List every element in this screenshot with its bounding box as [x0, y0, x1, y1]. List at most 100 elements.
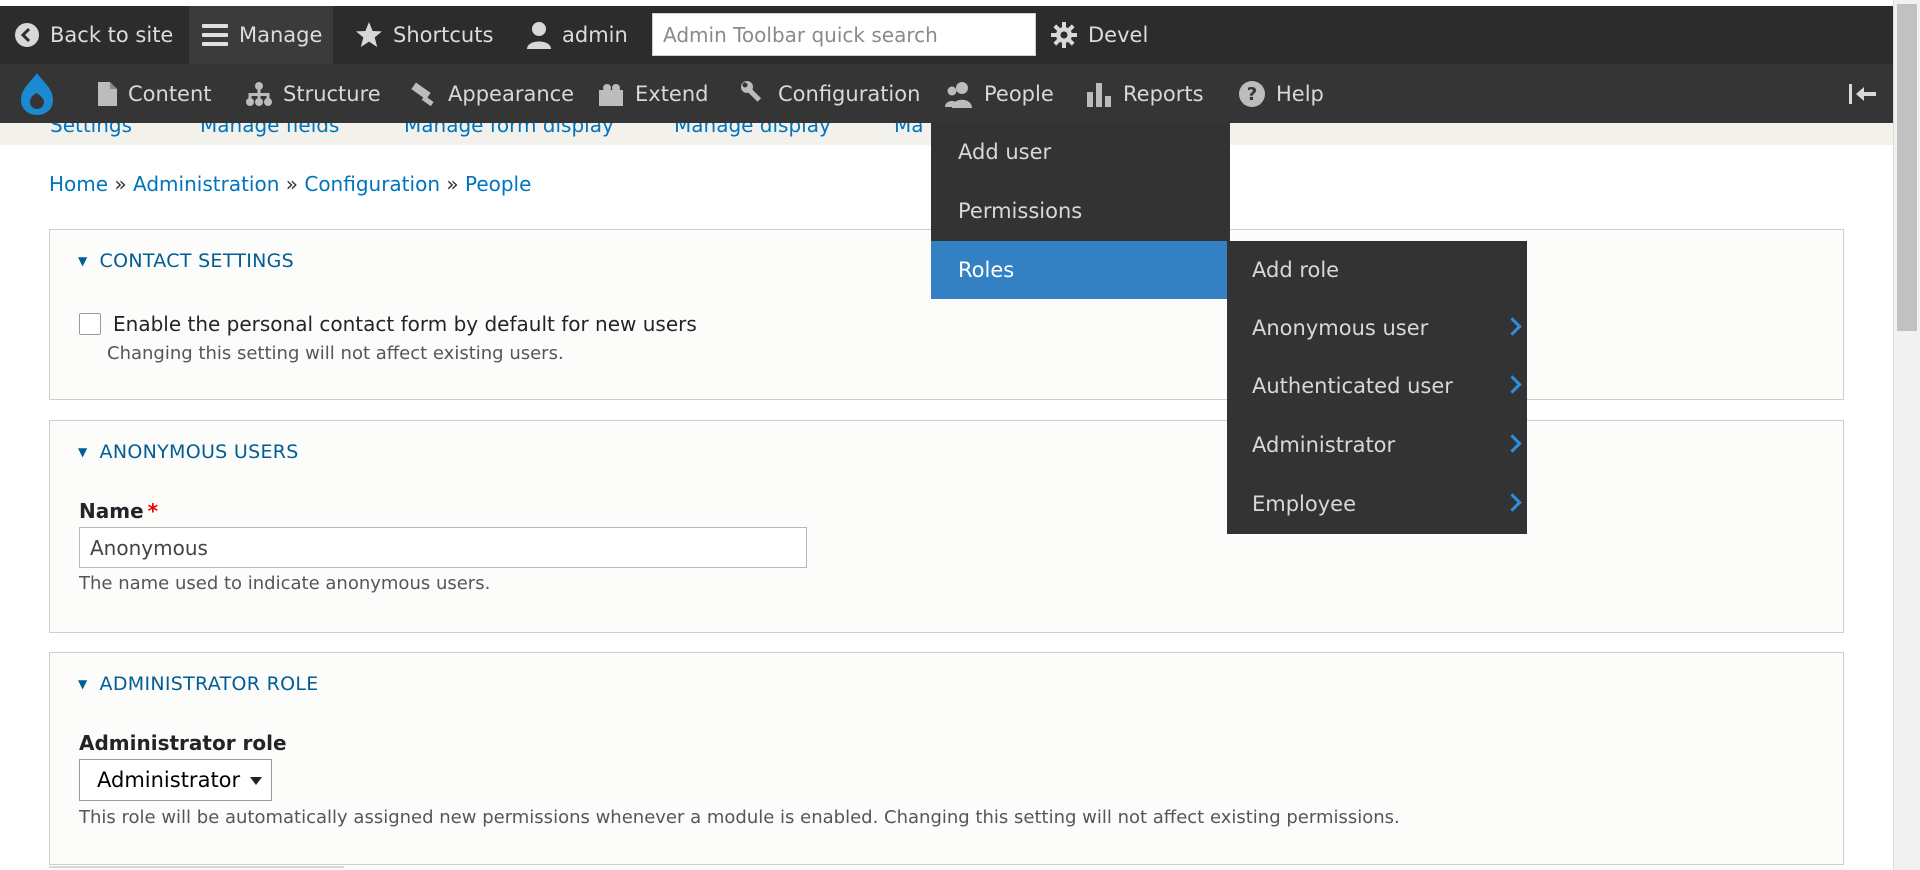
checkbox-label: Enable the personal contact form by defa…: [113, 312, 697, 336]
svg-text:?: ?: [1247, 84, 1257, 105]
submenu-item-anonymous-user[interactable]: Anonymous user: [1227, 299, 1527, 357]
people-dropdown-menu: Add user Permissions Roles: [931, 123, 1230, 299]
tab-settings[interactable]: Settings: [50, 123, 132, 137]
administrator-role-toggle[interactable]: ▼ ADMINISTRATOR ROLE: [78, 673, 319, 695]
tab-manage-form-display[interactable]: Manage form display: [404, 123, 614, 137]
devel-tab[interactable]: Devel: [1050, 6, 1148, 64]
tab-manage-fields[interactable]: Manage fields: [200, 123, 339, 137]
breadcrumb-separator: »: [446, 172, 459, 196]
chevron-right-icon: [1503, 375, 1522, 394]
breadcrumb-separator: »: [114, 172, 127, 196]
user-label: admin: [562, 23, 628, 47]
breadcrumb-separator: »: [285, 172, 298, 196]
shortcuts-label: Shortcuts: [393, 23, 494, 47]
help-icon: ?: [1239, 80, 1265, 107]
devel-label: Devel: [1088, 23, 1149, 47]
toolbar-search-input[interactable]: [652, 13, 1036, 56]
checkbox-description: Changing this setting will not affect ex…: [107, 343, 564, 364]
collapse-sidebar-icon: [1849, 83, 1876, 104]
administrator-role-select[interactable]: Administrator: [79, 759, 272, 801]
user-tab[interactable]: admin: [526, 6, 628, 64]
breadcrumb-configuration[interactable]: Configuration: [304, 172, 440, 196]
submenu-item-label: Employee: [1252, 492, 1357, 516]
breadcrumb-people[interactable]: People: [465, 172, 531, 196]
menu-item-label: Configuration: [778, 81, 921, 106]
name-field-label: Name *: [79, 499, 158, 523]
submenu-item-employee[interactable]: Employee: [1227, 475, 1527, 533]
dropdown-item-add-user[interactable]: Add user: [931, 123, 1230, 181]
menu-item-help[interactable]: ? Help: [1238, 64, 1324, 123]
chevron-right-icon: [1503, 434, 1522, 453]
manage-label: Manage: [239, 23, 323, 47]
submenu-item-label: Add role: [1252, 258, 1340, 282]
breadcrumb-home[interactable]: Home: [49, 172, 108, 196]
people-icon: [945, 81, 972, 108]
menu-item-reports[interactable]: Reports: [1085, 64, 1204, 123]
anonymous-users-toggle[interactable]: ▼ ANONYMOUS USERS: [78, 441, 299, 463]
page-scrollbar[interactable]: [1893, 0, 1920, 870]
star-icon: [356, 22, 382, 47]
submenu-item-authenticated-user[interactable]: Authenticated user: [1227, 357, 1527, 415]
menu-item-configuration[interactable]: Configuration: [740, 64, 920, 123]
submenu-item-administrator[interactable]: Administrator: [1227, 416, 1527, 474]
breadcrumb-administration[interactable]: Administration: [133, 172, 279, 196]
name-label-text: Name: [79, 499, 144, 523]
collapse-triangle-icon: ▼: [78, 677, 88, 691]
menu-item-label: People: [984, 81, 1054, 106]
dropdown-item-permissions[interactable]: Permissions: [931, 182, 1230, 240]
back-to-site-link[interactable]: Back to site: [14, 6, 173, 64]
dropdown-item-roles[interactable]: Roles: [931, 241, 1230, 299]
menu-item-label: Content: [128, 81, 212, 106]
submenu-item-label: Administrator: [1252, 433, 1396, 457]
roles-submenu: Add role Anonymous user Authenticated us…: [1227, 241, 1527, 534]
anonymous-users-panel: ▼ ANONYMOUS USERS Name* The name used to…: [49, 420, 1844, 633]
dropdown-item-label: Permissions: [958, 199, 1083, 223]
structure-icon: [246, 81, 272, 106]
collapse-triangle-icon: ▼: [78, 254, 88, 268]
menu-item-extend[interactable]: Extend: [597, 64, 709, 123]
admin-toolbar: Back to site Manage Shortcuts admin Deve…: [0, 6, 1893, 64]
name-description: The name used to indicate anonymous user…: [79, 573, 491, 594]
gear-icon: [1051, 22, 1077, 48]
menu-item-content[interactable]: Content: [96, 64, 212, 123]
required-marker: *: [147, 499, 159, 523]
manage-tab[interactable]: Manage: [189, 6, 333, 64]
puzzle-icon: [599, 83, 623, 106]
submenu-item-label: Authenticated user: [1252, 374, 1453, 398]
collapse-sidebar-button[interactable]: [1848, 64, 1888, 123]
administrator-role-label: Administrator role: [79, 731, 287, 755]
menu-item-label: Reports: [1123, 81, 1204, 106]
menu-item-label: Appearance: [448, 81, 575, 106]
collapse-triangle-icon: ▼: [78, 445, 88, 459]
personal-contact-checkbox[interactable]: [79, 313, 101, 335]
breadcrumb: Home » Administration » Configuration » …: [49, 172, 531, 196]
divider: [49, 866, 344, 868]
menu-item-label: Help: [1276, 81, 1324, 106]
admin-menu-bar: Content Structure Appearance Extend Conf…: [0, 64, 1893, 123]
bar-chart-icon: [1087, 82, 1111, 107]
menu-item-label: Structure: [283, 81, 381, 106]
scrollbar-thumb[interactable]: [1897, 4, 1917, 331]
hamburger-icon: [202, 24, 228, 46]
contact-settings-toggle[interactable]: ▼ CONTACT SETTINGS: [78, 250, 294, 272]
dropdown-item-label: Roles: [958, 258, 1015, 282]
user-icon: [527, 22, 551, 49]
panel-title: CONTACT SETTINGS: [99, 250, 295, 272]
wrench-icon: [741, 80, 762, 102]
drupal-logo[interactable]: [18, 64, 66, 123]
dropdown-item-label: Add user: [958, 140, 1052, 164]
anonymous-name-input[interactable]: [79, 527, 807, 568]
administrator-role-panel: ▼ ADMINISTRATOR ROLE Administrator role …: [49, 652, 1844, 865]
menu-item-appearance[interactable]: Appearance: [410, 64, 574, 123]
shortcuts-tab[interactable]: Shortcuts: [355, 6, 493, 64]
chevron-right-icon: [1503, 493, 1522, 512]
panel-title: ADMINISTRATOR ROLE: [99, 673, 319, 695]
tab-manage-display[interactable]: Manage display: [674, 123, 831, 137]
submenu-item-add-role[interactable]: Add role: [1227, 241, 1527, 299]
file-icon: [98, 81, 117, 106]
menu-item-people[interactable]: People: [944, 64, 1054, 123]
menu-item-structure[interactable]: Structure: [245, 64, 381, 123]
panel-title: ANONYMOUS USERS: [99, 441, 299, 463]
tab-more[interactable]: Ma: [894, 123, 924, 137]
paint-brush-icon: [411, 82, 434, 106]
